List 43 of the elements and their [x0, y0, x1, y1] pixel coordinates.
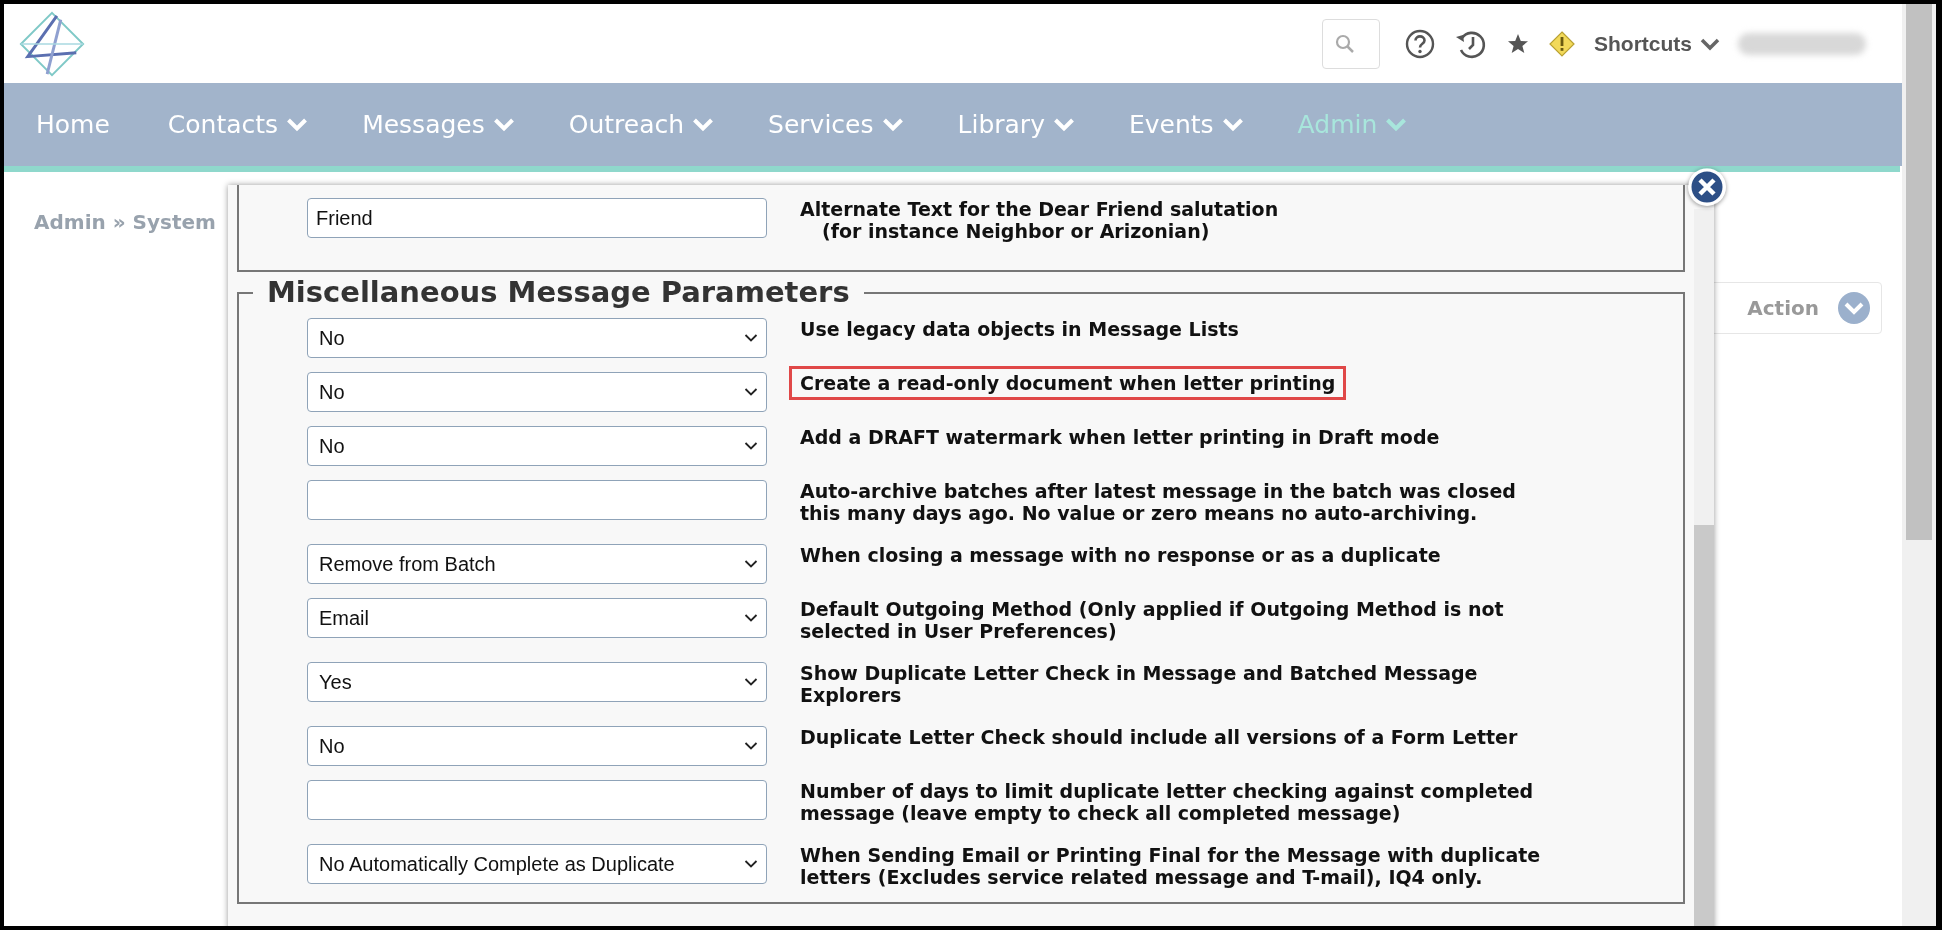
chevron-down-icon: [1700, 36, 1720, 51]
chevron-down-icon: [744, 559, 758, 569]
dropdown-select[interactable]: Yes: [307, 662, 767, 702]
help-icon[interactable]: [1404, 27, 1436, 60]
chevron-down-icon: [1837, 291, 1871, 325]
field-label: Auto-archive batches after latest message in the batch was closed this many days ago. No value or zero means no auto-archiving.: [799, 479, 1517, 526]
field-label: Use legacy data objects in Message Lists: [799, 317, 1240, 342]
field-label: Add a DRAFT watermark when letter printing in Draft mode: [799, 425, 1441, 450]
chevron-down-icon: [744, 441, 758, 451]
dropdown-select[interactable]: No: [307, 318, 767, 358]
chevron-down-icon: [744, 859, 758, 869]
warning-icon[interactable]: [1548, 29, 1576, 58]
dropdown-select[interactable]: Remove from Batch: [307, 544, 767, 584]
dropdown-select[interactable]: No: [307, 726, 767, 766]
breadcrumb: Admin » System: [34, 210, 216, 234]
field-label: Default Outgoing Method (Only applied if Outgoing Method is not selected in User Preferences): [799, 597, 1505, 644]
field-label: When closing a message with no response or as a duplicate: [799, 543, 1442, 568]
scrollbar[interactable]: [1902, 4, 1936, 926]
chevron-down-icon: [744, 741, 758, 751]
close-button[interactable]: [1688, 168, 1726, 206]
logo-icon: [18, 9, 86, 78]
blurred-name-placeholder[interactable]: [1738, 32, 1866, 55]
number-input[interactable]: [307, 480, 767, 520]
field-label: Alternate Text for the Dear Friend salutation (for instance Neighbor or Arizonian): [799, 197, 1280, 244]
dropdown-select[interactable]: No Automatically Complete as Duplicate: [307, 844, 767, 884]
search-field[interactable]: [1322, 18, 1380, 69]
scrollbar[interactable]: [1694, 209, 1714, 926]
field-label: Show Duplicate Letter Check in Message and Batched Message Explorers: [799, 661, 1479, 708]
dropdown-select[interactable]: No: [307, 426, 767, 466]
field-label: When Sending Email or Printing Final for the Message with duplicate letters (Excludes service related message and T-mail), IQ4 only.: [799, 843, 1542, 890]
chevron-down-icon: [744, 613, 758, 623]
chevron-down-icon: [744, 677, 758, 687]
field-label: Duplicate Letter Check should include all versions of a Form Letter: [799, 725, 1519, 750]
field-label: Number of days to limit duplicate letter checking against completed message (leave empty to check all completed message): [799, 779, 1535, 826]
search-icon: [1335, 33, 1355, 54]
field-label: Create a read-only document when letter printing: [789, 366, 1347, 400]
dropdown-select[interactable]: No: [307, 372, 767, 412]
salutation-input[interactable]: Friend: [307, 198, 767, 238]
shortcuts-menu[interactable]: Shortcuts: [1594, 31, 1720, 56]
chevron-down-icon: [744, 387, 758, 397]
dropdown-select[interactable]: Email: [307, 598, 767, 638]
number-input[interactable]: [307, 780, 767, 820]
chevron-down-icon: [744, 333, 758, 343]
